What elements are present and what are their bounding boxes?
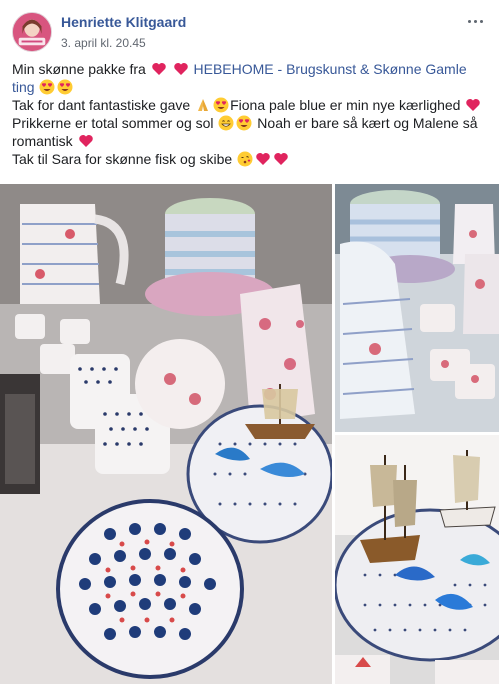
avatar[interactable] bbox=[12, 12, 52, 52]
red-heart-icon bbox=[151, 61, 167, 77]
photo-jugs[interactable] bbox=[335, 184, 499, 432]
text-line1: Min skønne pakke fra bbox=[12, 61, 150, 77]
text-line4: Tak til Sara for skønne fisk og skibe bbox=[12, 151, 237, 167]
red-heart-icon bbox=[465, 97, 481, 113]
kissing-face-icon bbox=[237, 151, 253, 167]
red-heart-icon bbox=[273, 151, 289, 167]
post-text: Min skønne pakke fra HEBEHOME - Brugskun… bbox=[12, 60, 487, 168]
more-options-button[interactable] bbox=[463, 12, 487, 30]
heart-eyes-emoji-icon bbox=[57, 79, 73, 95]
folded-hands-icon bbox=[195, 97, 211, 113]
author-name[interactable]: Henriette Klitgaard bbox=[61, 14, 186, 30]
red-heart-icon bbox=[255, 151, 271, 167]
post-timestamp[interactable]: 3. april kl. 20.45 bbox=[61, 36, 146, 50]
heart-eyes-emoji-icon bbox=[39, 79, 55, 95]
text-line3: Prikkerne er total sommer og sol bbox=[12, 115, 218, 131]
text-line2b: Fiona pale blue er min nye kærlighed bbox=[230, 97, 465, 113]
red-heart-icon bbox=[173, 61, 189, 77]
photo-main[interactable] bbox=[0, 184, 332, 684]
heart-eyes-emoji-icon bbox=[236, 115, 252, 131]
heart-eyes-emoji-icon bbox=[213, 97, 229, 113]
photo-grid bbox=[0, 184, 499, 684]
red-heart-icon bbox=[78, 133, 94, 149]
more-options-icon bbox=[467, 19, 471, 23]
grinning-face-icon bbox=[218, 115, 234, 131]
post-header: Henriette Klitgaard 3. april kl. 20.45 bbox=[0, 0, 499, 60]
text-line2: Tak for dant fantastiske gave bbox=[12, 97, 195, 113]
photo-ships[interactable] bbox=[335, 435, 499, 684]
